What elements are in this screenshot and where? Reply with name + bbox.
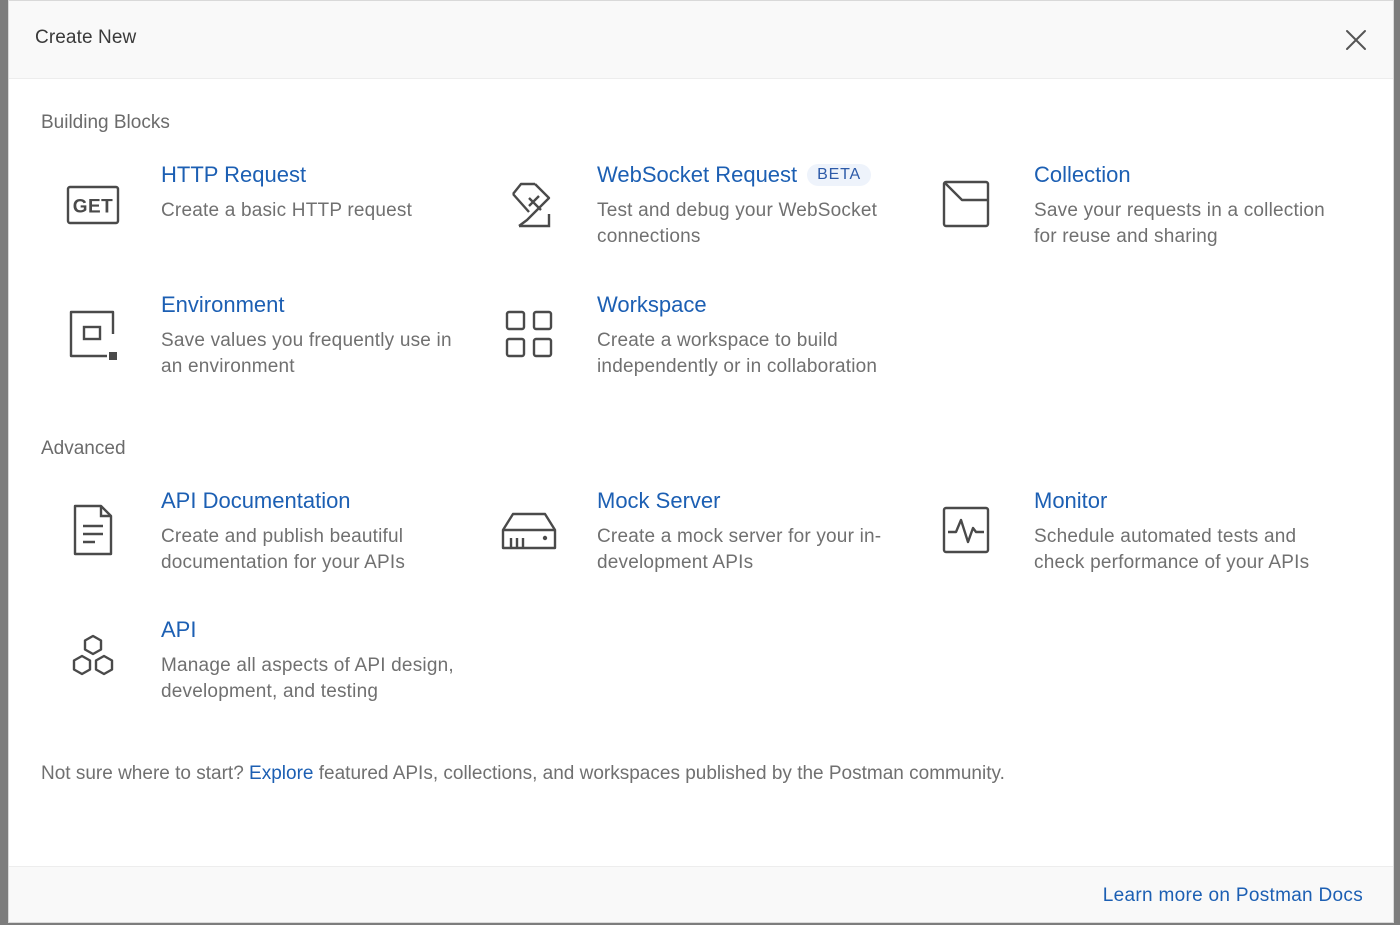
item-description: Test and debug your WebSocket connection… bbox=[597, 200, 878, 247]
create-mock-server[interactable]: Mock Server Create a mock server for you… bbox=[477, 488, 907, 598]
hexagons-icon bbox=[63, 629, 123, 689]
item-description: Save values you frequently use in an env… bbox=[161, 330, 452, 377]
section-title-building-blocks: Building Blocks bbox=[41, 112, 170, 133]
workspace-icon bbox=[499, 304, 559, 364]
item-title: Collection bbox=[1034, 162, 1131, 187]
create-http-request[interactable]: GET HTTP Request Create a basic HTTP req… bbox=[41, 162, 471, 272]
modal-footer: Learn more on Postman Docs bbox=[9, 866, 1393, 922]
create-new-modal: Create New Building Blocks GET HTTP Requ… bbox=[8, 0, 1394, 923]
item-description: Create a workspace to build independentl… bbox=[597, 330, 878, 377]
item-description: Create and publish beautiful documentati… bbox=[161, 526, 406, 573]
monitor-icon bbox=[936, 500, 996, 560]
footer-note-prefix: Not sure where to start? bbox=[41, 763, 244, 784]
websocket-icon bbox=[499, 174, 559, 234]
item-title: HTTP Request bbox=[161, 162, 307, 187]
item-description: Schedule automated tests and check perfo… bbox=[1034, 526, 1310, 573]
beta-badge: BETA bbox=[807, 164, 871, 186]
item-title-text: WebSocket Request bbox=[597, 162, 798, 187]
item-title: Monitor bbox=[1034, 488, 1108, 513]
create-collection[interactable]: Collection Save your requests in a colle… bbox=[914, 162, 1344, 272]
create-websocket-request[interactable]: WebSocket Request BETA Test and debug you… bbox=[477, 162, 907, 272]
item-description: Save your requests in a collection for r… bbox=[1034, 200, 1325, 247]
get-request-icon: GET bbox=[63, 174, 123, 234]
item-title: Mock Server bbox=[597, 488, 721, 513]
footer-note-suffix: featured APIs, collections, and workspac… bbox=[318, 763, 1005, 784]
item-title: API Documentation bbox=[161, 488, 351, 513]
create-api[interactable]: API Manage all aspects of API design, de… bbox=[41, 617, 471, 727]
section-title-advanced: Advanced bbox=[41, 438, 126, 459]
create-monitor[interactable]: Monitor Schedule automated tests and che… bbox=[914, 488, 1344, 598]
item-description: Create a basic HTTP request bbox=[161, 200, 413, 221]
svg-text:GET: GET bbox=[73, 197, 114, 218]
item-description: Manage all aspects of API design, develo… bbox=[161, 655, 454, 702]
postman-docs-link[interactable]: Learn more on Postman Docs bbox=[1103, 885, 1363, 907]
item-title: Workspace bbox=[597, 292, 707, 317]
create-workspace[interactable]: Workspace Create a workspace to build in… bbox=[477, 292, 907, 402]
item-title: API bbox=[161, 617, 197, 642]
collection-icon bbox=[936, 174, 996, 234]
modal-header: Create New bbox=[9, 1, 1393, 79]
environment-icon bbox=[63, 304, 123, 364]
item-description: Create a mock server for your in-develop… bbox=[597, 526, 882, 573]
footer-note: Not sure where to start? Explore feature… bbox=[41, 763, 1005, 785]
item-title: Environment bbox=[161, 292, 285, 317]
item-title: WebSocket Request BETA bbox=[597, 162, 871, 188]
document-icon bbox=[63, 500, 123, 560]
create-environment[interactable]: Environment Save values you frequently u… bbox=[41, 292, 471, 402]
close-icon[interactable] bbox=[1343, 27, 1369, 53]
modal-title: Create New bbox=[35, 27, 137, 48]
server-icon bbox=[499, 500, 559, 560]
explore-link[interactable]: Explore bbox=[249, 763, 313, 784]
create-api-documentation[interactable]: API Documentation Create and publish bea… bbox=[41, 488, 471, 598]
